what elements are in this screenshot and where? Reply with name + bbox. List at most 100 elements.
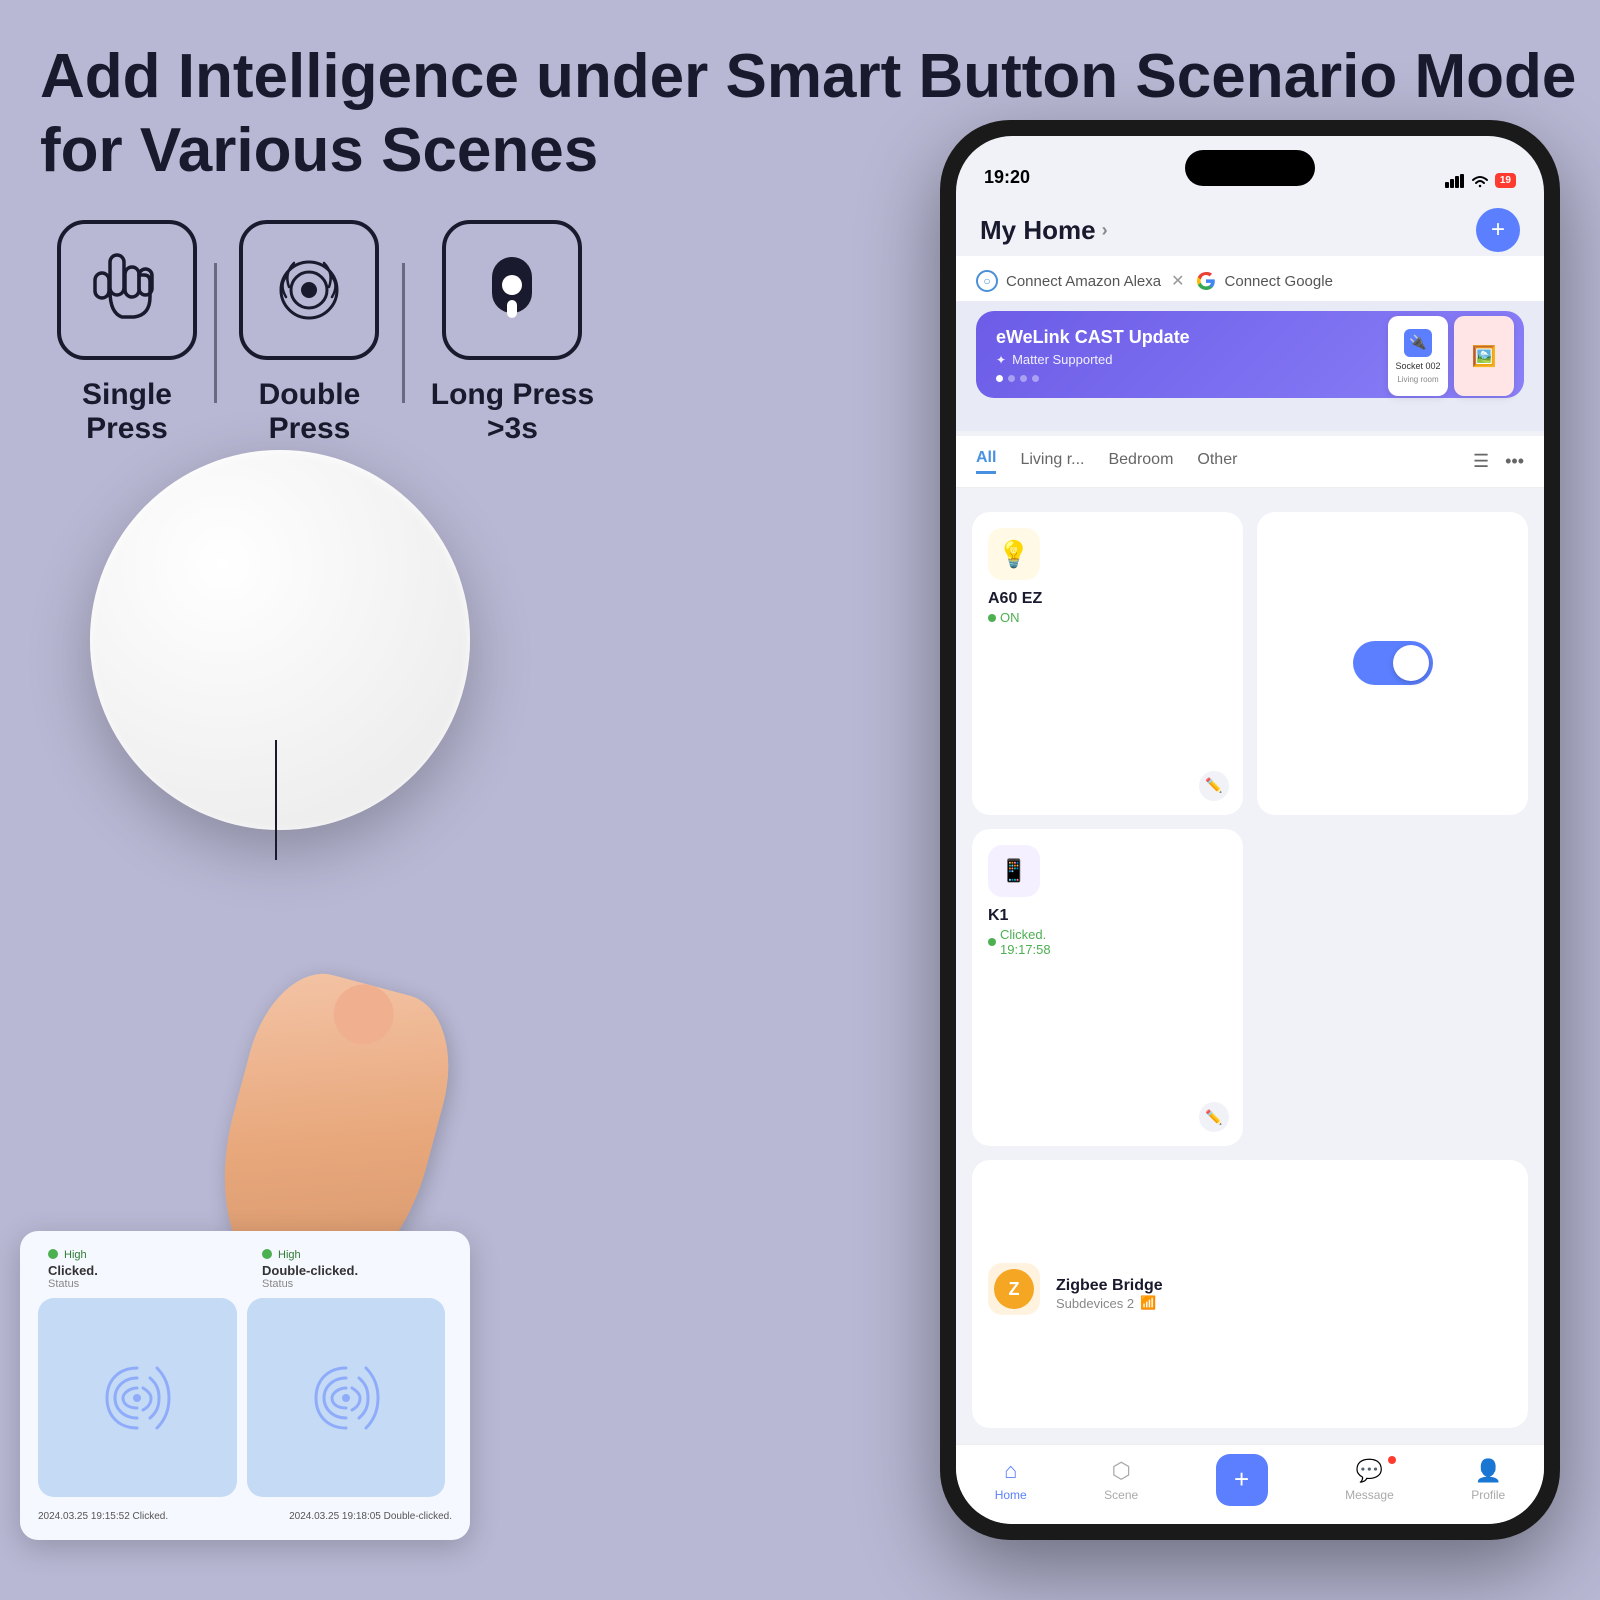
- profile-label: Profile: [1471, 1488, 1505, 1502]
- finger-tip: [327, 978, 400, 1051]
- a60-status-dot: [988, 614, 996, 622]
- zigbee-status: Subdevices 2 📶: [1056, 1295, 1512, 1311]
- phone-wrapper: 19:20 19: [940, 120, 1560, 1540]
- double-press-icon: [264, 245, 354, 335]
- status-time: 19:20: [984, 167, 1030, 188]
- a60-icon: 💡: [988, 528, 1040, 580]
- banner-area: ✕ eWeLink CAST Update ✦ Matter Supported: [956, 301, 1544, 431]
- screenshot-popup: High Clicked. Status High Double-clicked…: [20, 1231, 470, 1540]
- phone-screen: 19:20 19: [956, 136, 1544, 1524]
- app-header: My Home › +: [956, 196, 1544, 264]
- popup-cards-row: [38, 1298, 452, 1497]
- close-x[interactable]: ✕: [1171, 271, 1184, 291]
- scene-label: Scene: [1104, 1488, 1138, 1502]
- double-press-label: Double Press: [217, 378, 402, 446]
- zigbee-name: Zigbee Bridge: [1056, 1277, 1512, 1295]
- tab-living[interactable]: Living r...: [1020, 451, 1084, 473]
- status2-dot: [262, 1249, 272, 1259]
- nav-home[interactable]: ⌂ Home: [995, 1458, 1027, 1502]
- device-card-zigbee[interactable]: Z Zigbee Bridge Subdevices 2 📶: [972, 1160, 1528, 1428]
- message-icon: 💬: [1356, 1458, 1383, 1484]
- single-press-icon: [82, 245, 172, 335]
- long-press-icon: [467, 245, 557, 335]
- app-title-text: My Home: [980, 215, 1096, 246]
- message-label: Message: [1345, 1488, 1394, 1502]
- connect-google-text: Connect Google: [1225, 273, 1333, 290]
- connect-google[interactable]: Connect Google: [1195, 270, 1333, 292]
- device-card-k1[interactable]: 📱 K1 Clicked. 19:17:58 ✏️: [972, 829, 1243, 1147]
- single-press-label: Single Press: [40, 378, 214, 446]
- long-press-label: Long Press >3s: [405, 378, 620, 446]
- toggle-switch[interactable]: [1353, 641, 1433, 685]
- scene-icon: ⬡: [1112, 1458, 1131, 1484]
- zigbee-info: Zigbee Bridge Subdevices 2 📶: [1056, 1277, 1512, 1311]
- popup-footer: 2024.03.25 19:15:52 Clicked. 2024.03.25 …: [38, 1511, 452, 1522]
- matter-text: Matter Supported: [1012, 352, 1112, 367]
- k1-name: K1: [988, 907, 1227, 925]
- popup-date1: 2024.03.25 19:15:52 Clicked.: [38, 1511, 168, 1522]
- tab-icons: ☰ •••: [1473, 451, 1524, 472]
- svg-text:Z: Z: [1009, 1279, 1020, 1299]
- a60-name: A60 EZ: [988, 590, 1227, 608]
- popup-card-double: [247, 1298, 446, 1497]
- devices-grid: 💡 A60 EZ ON ✏️ 📱 K1: [956, 496, 1544, 1444]
- add-device-button[interactable]: +: [1476, 208, 1520, 252]
- smart-button-device: [90, 450, 470, 830]
- k1-status: Clicked. 19:17:58: [988, 927, 1227, 957]
- phone-body: 19:20 19: [940, 120, 1560, 1540]
- double-press-icon-box: [239, 220, 379, 360]
- dot-4: [1032, 375, 1039, 382]
- nav-scene[interactable]: ⬡ Scene: [1104, 1458, 1138, 1502]
- signal-icon: [1445, 174, 1465, 188]
- banner-card: ✕ eWeLink CAST Update ✦ Matter Supported: [976, 311, 1524, 398]
- bottom-nav: ⌂ Home ⬡ Scene + 💬 Message 👤 Profile: [956, 1444, 1544, 1524]
- dynamic-island: [1185, 150, 1315, 186]
- mini-card-1: 🔌 Socket 002 Living room: [1388, 316, 1448, 396]
- status2-level: High: [278, 1249, 301, 1261]
- tab-other[interactable]: Other: [1197, 451, 1237, 473]
- chevron-icon: ›: [1102, 220, 1108, 241]
- popup-card-single: [38, 1298, 237, 1497]
- press-item-double: Double Press: [217, 220, 402, 446]
- a60-edit-btn[interactable]: ✏️: [1199, 771, 1229, 801]
- zigbee-logo-icon: Z: [994, 1269, 1034, 1309]
- dot-1: [996, 375, 1003, 382]
- status1-dot: [48, 1249, 58, 1259]
- status1-sub: Status: [48, 1278, 79, 1290]
- tabs-bar: All Living r... Bedroom Other ☰ •••: [956, 436, 1544, 488]
- popup-status-double: High Double-clicked. Status: [252, 1249, 452, 1290]
- zigbee-icon: Z: [988, 1263, 1040, 1315]
- nav-add[interactable]: +: [1216, 1454, 1268, 1506]
- more-icon[interactable]: •••: [1505, 451, 1524, 472]
- tab-all[interactable]: All: [976, 449, 996, 474]
- press-item-long: Long Press >3s: [405, 220, 620, 446]
- list-icon[interactable]: ☰: [1473, 451, 1489, 472]
- dot-3: [1020, 375, 1027, 382]
- connect-alexa-text: Connect Amazon Alexa: [1006, 273, 1161, 290]
- banner-mini-cards: 🔌 Socket 002 Living room 🖼️: [1388, 316, 1514, 396]
- connect-bar: ○ Connect Amazon Alexa ✕ Connect Google: [956, 256, 1544, 307]
- profile-icon: 👤: [1475, 1458, 1502, 1484]
- device-card-a60[interactable]: 💡 A60 EZ ON ✏️: [972, 512, 1243, 815]
- nav-message[interactable]: 💬 Message: [1345, 1458, 1394, 1502]
- battery-badge: 19: [1495, 173, 1516, 188]
- k1-status-dot: [988, 938, 996, 946]
- k1-edit-btn[interactable]: ✏️: [1199, 1102, 1229, 1132]
- status2-sub: Status: [262, 1278, 293, 1290]
- toggle-knob: [1393, 645, 1429, 681]
- status2-label: Double-clicked.: [262, 1263, 358, 1278]
- mini-card-2: 🖼️: [1454, 316, 1514, 396]
- divider-2: [402, 263, 405, 403]
- status-icons: 19: [1445, 173, 1516, 188]
- dot-2: [1008, 375, 1015, 382]
- press-icons-container: Single Press Double Press: [40, 220, 620, 446]
- tab-bedroom[interactable]: Bedroom: [1108, 451, 1173, 473]
- google-color-icon: [1196, 271, 1216, 291]
- device-card-toggle[interactable]: [1257, 512, 1528, 815]
- finger-pointer-line: [275, 740, 277, 860]
- popup-date2: 2024.03.25 19:18:05 Double-clicked.: [289, 1511, 452, 1522]
- press-item-single: Single Press: [40, 220, 214, 446]
- nav-profile[interactable]: 👤 Profile: [1471, 1458, 1505, 1502]
- connect-alexa[interactable]: ○ Connect Amazon Alexa: [976, 270, 1161, 292]
- alexa-icon: ○: [976, 270, 998, 292]
